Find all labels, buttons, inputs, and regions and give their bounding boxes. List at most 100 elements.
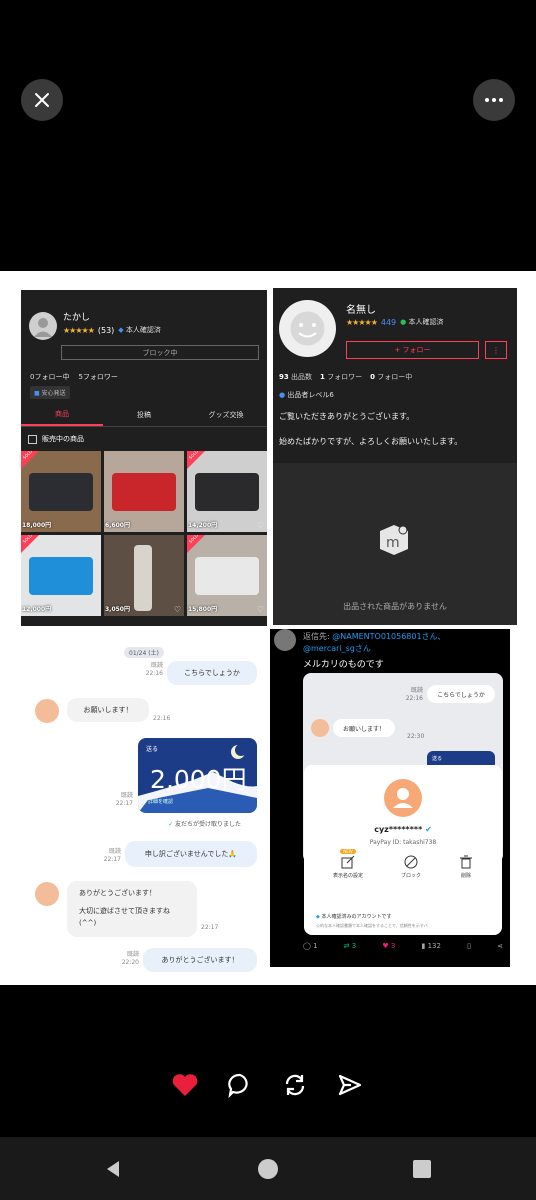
truck-icon: ■ <box>34 390 40 397</box>
repost-button[interactable] <box>282 1072 308 1098</box>
heart-icon[interactable]: ♡ <box>257 521 264 530</box>
follow-button[interactable]: + フォロー <box>346 341 479 359</box>
time: 22:30 <box>407 733 425 740</box>
product-tile[interactable]: 6,600円 <box>104 451 184 532</box>
product-tile[interactable]: SOLD 15,800円 ♡ <box>187 535 267 616</box>
recents-square-icon <box>413 1160 431 1178</box>
paypay-id: PayPay ID: takashi738 <box>369 839 437 846</box>
read-time: 既読 22:17 <box>103 848 121 863</box>
gift-detail-link[interactable]: 詳細を確認 <box>148 798 173 805</box>
tab-posts[interactable]: 投稿 <box>103 404 185 426</box>
mention-link[interactable]: @mercari_sgさん <box>303 643 371 654</box>
block-button[interactable]: ブロック <box>401 855 421 879</box>
more-options-button[interactable] <box>473 79 515 121</box>
heart-icon <box>172 1074 198 1096</box>
verified-check-icon: ✔ <box>425 825 432 834</box>
close-button[interactable] <box>21 79 63 121</box>
product-tile[interactable]: SOLD 18,000円 <box>21 451 101 532</box>
heart-icon[interactable]: ♡ <box>257 605 264 614</box>
tab-goods-exchange[interactable]: グッズ交換 <box>185 404 267 426</box>
post-image[interactable]: たかし ★★★★★ (53) ◆ 本人確認済 ブロック中 0フォロー中 5フォロ… <box>0 271 536 985</box>
chat-bubble-received: お願いします！ <box>333 719 395 737</box>
sold-badge: SOLD <box>21 535 39 553</box>
paypay-gift-card[interactable]: 送る 2,000円 詳細を確認 <box>138 738 257 813</box>
x-post-screenshot: 返信先: @NAMENTO01056801さん、 @mercari_sgさん メ… <box>270 629 510 967</box>
received-status: ✓ 友だちが受け取りました <box>168 821 241 828</box>
following-count[interactable]: 0フォロー中 <box>30 372 69 382</box>
back-button[interactable] <box>102 1158 124 1180</box>
bio-line-1: ご覧いただきありがとうございます。 <box>279 412 415 421</box>
recents-button[interactable] <box>411 1158 433 1180</box>
repost-icon <box>285 1074 305 1096</box>
more-horizontal-icon <box>485 98 503 102</box>
comment-icon <box>228 1073 248 1098</box>
product-image <box>29 557 93 595</box>
rating-count[interactable]: 449 <box>381 318 396 327</box>
verified-badge: ◆ 本人確認済 <box>118 326 161 334</box>
close-icon <box>35 93 49 107</box>
chat-bubble-sent: 申し訳ございませんでした🙏 <box>125 841 257 867</box>
share-icon[interactable]: ⋖ <box>497 942 503 950</box>
paypay-user-sheet: cyz******** ✔ PayPay ID: takashi738 NEW … <box>304 765 502 935</box>
following-stat[interactable]: 0 フォロー中 <box>370 372 412 382</box>
safe-shipping-badge: ■ 安心発送 <box>30 386 70 399</box>
date-chip: 01/24 (土) <box>124 647 164 658</box>
product-image <box>195 557 259 595</box>
reply-count[interactable]: ◯ 1 <box>303 942 318 950</box>
gift-amount: 2,000円 <box>150 765 247 794</box>
profile-name: たかし <box>63 313 91 323</box>
heart-icon[interactable]: ♡ <box>174 605 181 614</box>
shield-check-icon: ◆ <box>118 326 124 334</box>
sheet-actions: NEW 表示名の設定 ブロック 削除 <box>314 849 492 879</box>
paypay-username: cyz******** ✔ <box>374 825 432 834</box>
chat-bubble-sent: ありがとうございます！ <box>143 948 257 972</box>
product-tile[interactable]: 3,050円 ♡ <box>104 535 184 616</box>
on-sale-filter[interactable]: 販売中の商品 <box>28 434 84 444</box>
price: 3,050円 <box>105 606 130 613</box>
blocked-button[interactable]: ブロック中 <box>61 345 259 360</box>
star-rating-icon: ★★★★★ <box>63 325 95 335</box>
send-icon <box>338 1074 362 1096</box>
verified-account-note: ◆ 本人確認済みのアカウントです <box>316 914 392 920</box>
retweet-count[interactable]: ⇄ 3 <box>344 942 357 950</box>
avatar <box>279 300 336 357</box>
rating-count: (53) <box>97 325 115 335</box>
sold-badge: SOLD <box>187 451 205 469</box>
set-display-name-button[interactable]: NEW 表示名の設定 <box>333 849 363 879</box>
block-icon <box>404 855 418 869</box>
home-button[interactable] <box>257 1158 279 1180</box>
share-button[interactable] <box>337 1072 363 1098</box>
checkbox[interactable] <box>28 434 37 444</box>
read-time: 既読 22:17 <box>115 792 133 807</box>
comment-button[interactable] <box>227 1072 253 1098</box>
like-count[interactable]: ♥ 3 <box>382 942 395 950</box>
avatar <box>311 719 329 737</box>
avatar <box>35 882 59 906</box>
gift-label: 送る <box>146 746 159 753</box>
takashi-profile-screenshot: たかし ★★★★★ (53) ◆ 本人確認済 ブロック中 0フォロー中 5フォロ… <box>21 290 267 626</box>
sold-badge: SOLD <box>21 451 39 469</box>
seller-level: ● 出品者レベル6 <box>279 391 334 399</box>
svg-text:m: m <box>386 535 400 551</box>
check-icon: ✓ <box>168 821 174 828</box>
like-button[interactable] <box>172 1072 198 1098</box>
system-navigation-bar <box>0 1137 536 1200</box>
product-tile[interactable]: SOLD 12,000円 <box>21 535 101 616</box>
tab-products[interactable]: 商品 <box>21 404 103 426</box>
bookmark-icon[interactable]: ▯ <box>467 942 471 950</box>
listings-stat: 93 出品数 <box>279 373 312 381</box>
avatar <box>29 312 57 340</box>
product-tile[interactable]: SOLD 14,200円 ♡ <box>187 451 267 532</box>
read-time: 既読 22:16 <box>145 662 163 677</box>
mention-link[interactable]: @NAMENTO01056801さん、 <box>332 632 445 641</box>
view-count[interactable]: ▮ 132 <box>422 942 441 950</box>
followers-stat[interactable]: 1 フォロワー <box>320 372 362 382</box>
read-time: 既読 22:20 <box>121 951 139 966</box>
avatar <box>384 779 422 817</box>
level-icon: ● <box>279 391 286 399</box>
bio-line-2: 始めたばかりですが、よろしくお願いいたします。 <box>279 437 463 446</box>
delete-button[interactable]: 削除 <box>459 855 473 879</box>
more-vertical-icon[interactable]: ⋮ <box>485 341 507 359</box>
followers-count[interactable]: 5フォロワー <box>78 372 117 382</box>
chat-bubble-sent: こちらでしょうか <box>427 685 495 703</box>
